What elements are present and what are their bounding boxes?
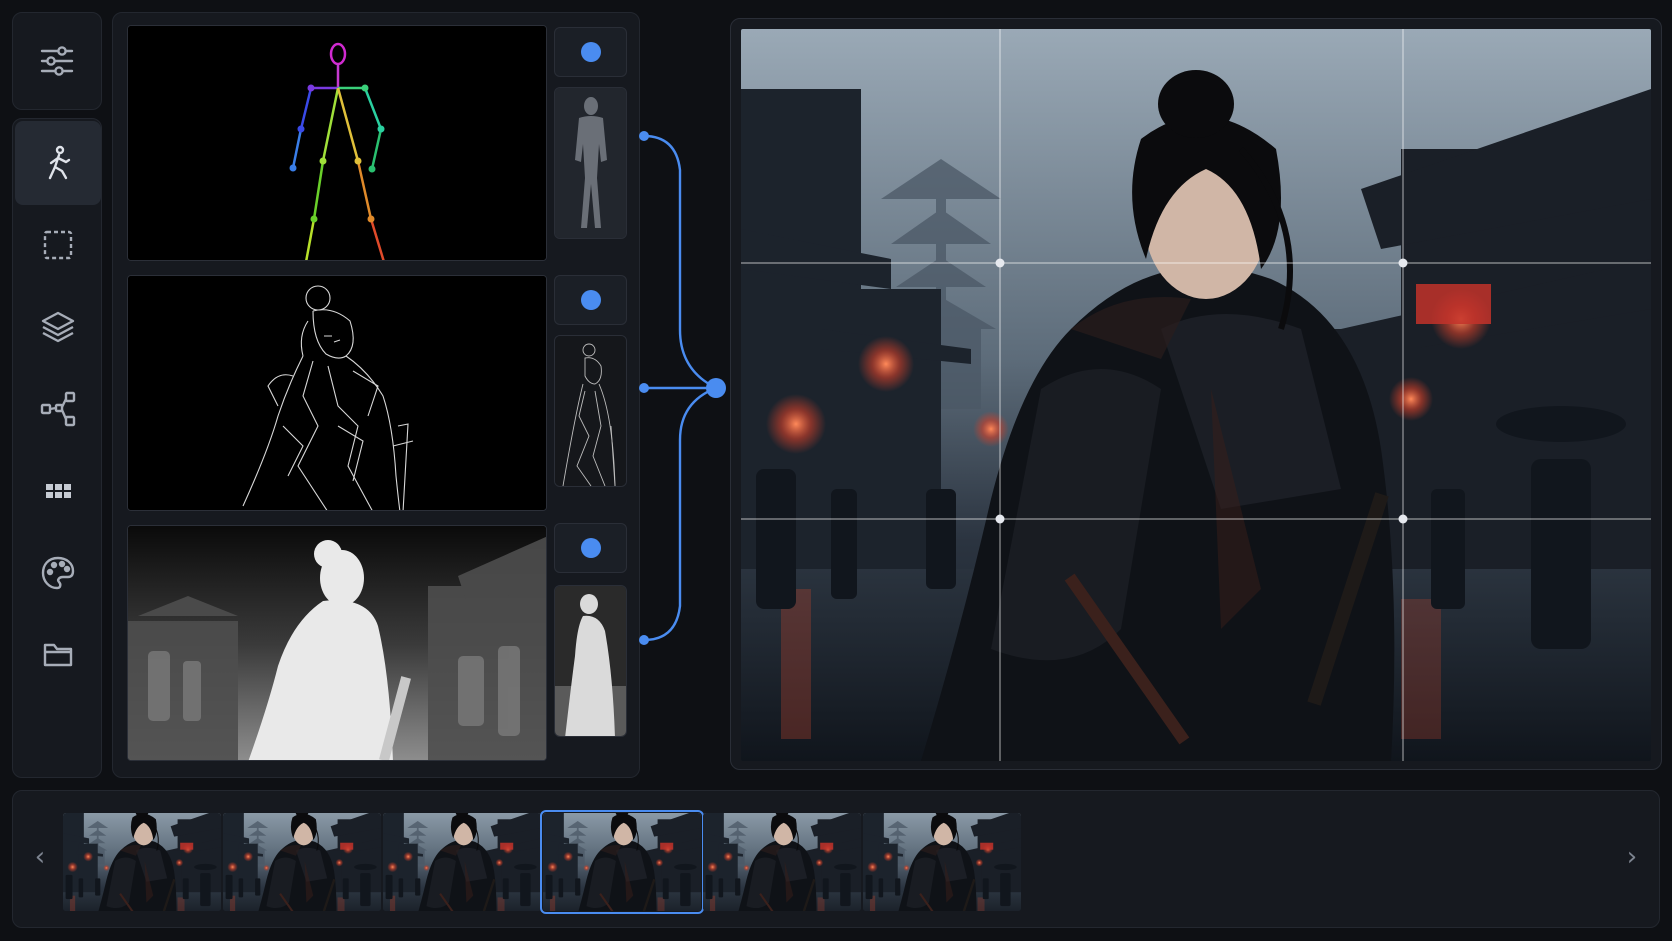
connector-port-lineart[interactable] (639, 383, 649, 393)
rule-of-thirds-grid (741, 29, 1651, 761)
lineart-sketch (128, 276, 546, 510)
frame-thumbnail[interactable] (540, 810, 704, 914)
nodes-icon (40, 391, 76, 427)
tool-select[interactable] (15, 203, 101, 287)
depth-map-preview[interactable] (127, 525, 547, 761)
pose-icon (48, 145, 71, 180)
left-toolbar (12, 118, 102, 778)
lineart-reference-thumbnail[interactable] (554, 335, 627, 487)
connector-merge-node[interactable] (706, 378, 726, 398)
grid-handle[interactable] (1398, 258, 1408, 268)
chevron-left-icon[interactable]: ‹ (25, 837, 55, 877)
toggle-dot (580, 290, 601, 310)
frame-image (63, 813, 221, 911)
tool-pose[interactable] (15, 121, 101, 205)
tool-layers[interactable] (15, 285, 101, 369)
connector-port-pose[interactable] (639, 131, 649, 141)
select-icon (43, 230, 73, 260)
frame-image (863, 813, 1021, 911)
controlnet-merge-connector (639, 131, 726, 645)
frame-thumbnail[interactable] (223, 813, 381, 911)
folder-icon (43, 643, 73, 667)
app-window: ‹ › (0, 0, 1672, 941)
toggle-dot (580, 42, 601, 62)
controlnet-panel (112, 12, 640, 778)
pose-reference-thumbnail[interactable] (554, 87, 627, 239)
frame-filmstrip: ‹ › (12, 790, 1660, 928)
depth-reference-thumbnail[interactable] (554, 585, 627, 737)
palette-icon (41, 556, 75, 590)
depth-mini (555, 586, 626, 736)
tool-palette[interactable] (15, 531, 101, 615)
frame-thumbnail[interactable] (63, 813, 221, 911)
sliders-icon (40, 46, 74, 76)
preview-frame (730, 18, 1662, 770)
depth-enable-toggle[interactable] (554, 523, 627, 573)
toolbar-top (12, 12, 102, 110)
grid-icon (46, 484, 71, 498)
pose-enable-toggle[interactable] (554, 27, 627, 77)
frame-thumbnail[interactable] (863, 813, 1021, 911)
tool-grid[interactable] (15, 449, 101, 533)
frame-thumbnail[interactable] (383, 813, 541, 911)
frame-image (703, 813, 861, 911)
frame-image (223, 813, 381, 911)
lineart-map-preview[interactable] (127, 275, 547, 511)
connector-port-depth[interactable] (639, 635, 649, 645)
pose-map-preview[interactable] (127, 25, 547, 261)
lineart-mini (555, 336, 626, 486)
grid-handle[interactable] (995, 514, 1005, 524)
pose-skeleton (128, 26, 546, 260)
toggle-dot (580, 538, 601, 558)
grid-handle[interactable] (1398, 514, 1408, 524)
generated-image-preview[interactable] (741, 29, 1651, 761)
frame-image (543, 813, 701, 911)
depth-render (128, 526, 546, 760)
tool-folder[interactable] (15, 613, 101, 697)
settings-sliders-button[interactable] (14, 19, 100, 103)
layers-icon (41, 311, 75, 343)
mannequin-figure (555, 88, 626, 238)
frame-image (383, 813, 541, 911)
lineart-enable-toggle[interactable] (554, 275, 627, 325)
chevron-right-icon[interactable]: › (1617, 837, 1647, 877)
grid-handle[interactable] (995, 258, 1005, 268)
frame-thumbnail[interactable] (703, 813, 861, 911)
tool-nodes[interactable] (15, 367, 101, 451)
